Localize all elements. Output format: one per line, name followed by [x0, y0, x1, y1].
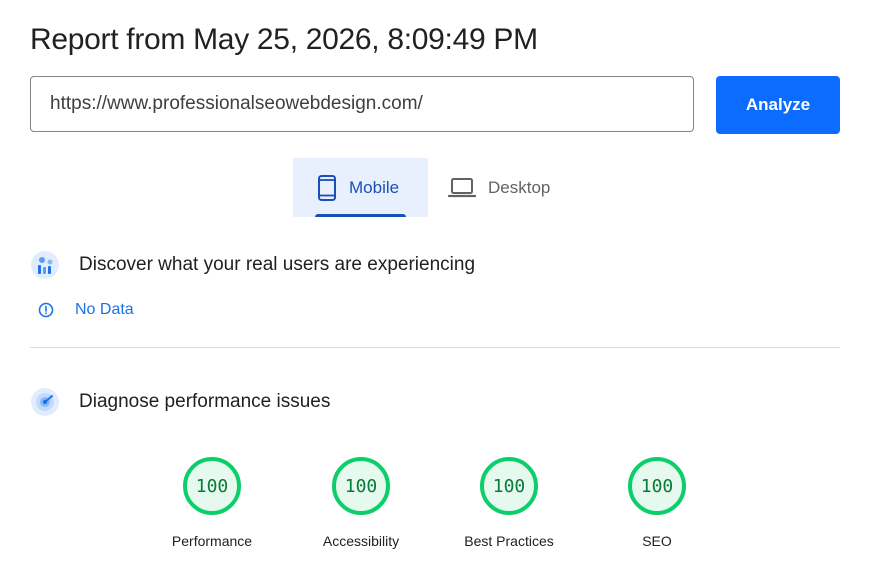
gauge-ring: 100: [182, 456, 242, 516]
lab-data-header: Diagnose performance issues: [30, 386, 330, 418]
tab-mobile[interactable]: Mobile: [293, 158, 428, 217]
gauge-value: 100: [640, 475, 674, 497]
score-gauge-performance[interactable]: 100 Performance: [137, 456, 287, 549]
no-data-status: No Data: [38, 299, 134, 321]
tab-mobile-label: Mobile: [349, 177, 400, 197]
gauge-ring: 100: [331, 456, 391, 516]
section-divider: [30, 347, 840, 348]
score-gauge-best-practices[interactable]: 100 Best Practices: [434, 456, 584, 549]
gauge-ring: 100: [627, 456, 687, 516]
gauge-value: 100: [492, 475, 526, 497]
active-tab-indicator: [315, 214, 406, 217]
url-input[interactable]: [50, 93, 670, 115]
laptop-icon: [448, 177, 476, 199]
url-field[interactable]: [30, 76, 694, 132]
gauge-value: 100: [195, 475, 229, 497]
gauge-value: 100: [344, 475, 378, 497]
gauge-ring: 100: [479, 456, 539, 516]
analyze-button[interactable]: Analyze: [716, 76, 840, 134]
performance-icon: [30, 387, 60, 417]
score-gauge-seo[interactable]: 100 SEO: [582, 456, 732, 549]
field-data-heading: Discover what your real users are experi…: [79, 254, 476, 275]
tab-desktop[interactable]: Desktop: [440, 158, 580, 217]
gauge-label: Accessibility: [322, 533, 400, 549]
page-title: Report from May 25, 2026, 8:09:49 PM: [30, 23, 538, 56]
gauge-label: Best Practices: [464, 533, 554, 549]
tab-desktop-label: Desktop: [488, 177, 551, 197]
field-data-header: Discover what your real users are experi…: [30, 249, 475, 281]
info-icon: [38, 302, 54, 318]
gauge-label: SEO: [642, 533, 672, 549]
lab-data-heading: Diagnose performance issues: [79, 391, 331, 412]
pagespeed-report-page: Report from May 25, 2026, 8:09:49 PM Ana…: [0, 0, 872, 571]
users-chart-icon: [30, 250, 60, 280]
no-data-label: No Data: [75, 301, 134, 318]
gauge-label: Performance: [171, 533, 253, 549]
smartphone-icon: [317, 174, 337, 201]
score-gauge-accessibility[interactable]: 100 Accessibility: [286, 456, 436, 549]
